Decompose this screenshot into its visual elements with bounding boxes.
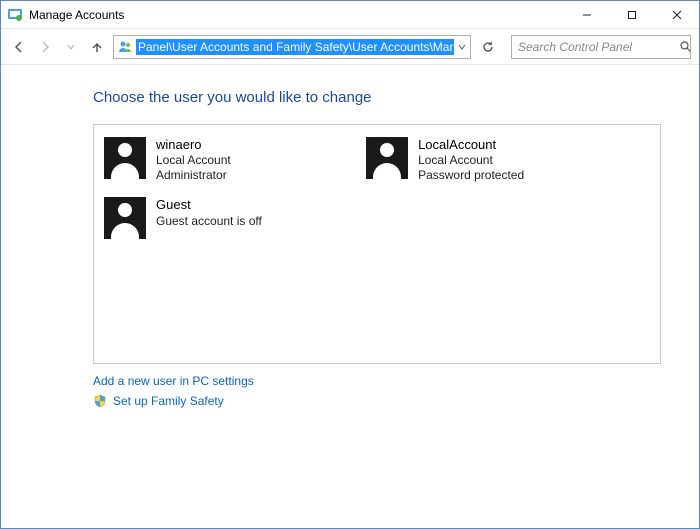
user-tile[interactable]: Guest Guest account is off bbox=[104, 197, 366, 239]
user-tile[interactable]: winaero Local Account Administrator bbox=[104, 137, 366, 183]
refresh-button[interactable] bbox=[477, 35, 499, 59]
user-name: winaero bbox=[156, 137, 231, 153]
avatar-icon bbox=[104, 197, 146, 239]
search-input[interactable] bbox=[512, 40, 679, 54]
user-role: Administrator bbox=[156, 168, 231, 183]
link-label: Set up Family Safety bbox=[113, 394, 224, 408]
family-safety-link[interactable]: Set up Family Safety bbox=[93, 394, 699, 408]
minimize-button[interactable] bbox=[564, 1, 609, 29]
user-info: winaero Local Account Administrator bbox=[156, 137, 231, 183]
user-status: Password protected bbox=[418, 168, 524, 183]
address-dropdown[interactable] bbox=[454, 43, 470, 51]
add-user-link[interactable]: Add a new user in PC settings bbox=[93, 374, 699, 388]
user-info: Guest Guest account is off bbox=[156, 197, 262, 228]
window-title: Manage Accounts bbox=[29, 8, 564, 22]
action-links: Add a new user in PC settings Set up Fam… bbox=[93, 374, 699, 408]
avatar-icon bbox=[366, 137, 408, 179]
window-frame: Manage Accounts bbox=[0, 0, 700, 529]
shield-icon bbox=[93, 394, 107, 408]
user-accounts-icon bbox=[116, 38, 134, 56]
forward-button[interactable] bbox=[35, 37, 55, 57]
navigation-bar: Panel\User Accounts and Family Safety\Us… bbox=[1, 29, 699, 65]
window-controls bbox=[564, 1, 699, 28]
recent-locations-button[interactable] bbox=[61, 37, 81, 57]
search-box[interactable] bbox=[511, 35, 691, 59]
back-button[interactable] bbox=[9, 37, 29, 57]
user-type: Local Account bbox=[156, 153, 231, 168]
link-label: Add a new user in PC settings bbox=[93, 374, 254, 388]
user-name: LocalAccount bbox=[418, 137, 524, 153]
address-path[interactable]: Panel\User Accounts and Family Safety\Us… bbox=[136, 39, 454, 55]
user-name: Guest bbox=[156, 197, 262, 213]
up-button[interactable] bbox=[87, 37, 107, 57]
close-button[interactable] bbox=[654, 1, 699, 29]
user-type: Local Account bbox=[418, 153, 524, 168]
content-area: Choose the user you would like to change… bbox=[1, 65, 699, 528]
avatar-icon bbox=[104, 137, 146, 179]
maximize-button[interactable] bbox=[609, 1, 654, 29]
title-bar: Manage Accounts bbox=[1, 1, 699, 29]
user-list: winaero Local Account Administrator Loca… bbox=[93, 124, 661, 364]
page-heading: Choose the user you would like to change bbox=[93, 89, 699, 106]
control-panel-icon bbox=[7, 7, 23, 23]
user-tile[interactable]: LocalAccount Local Account Password prot… bbox=[366, 137, 628, 183]
user-status: Guest account is off bbox=[156, 214, 262, 229]
address-bar[interactable]: Panel\User Accounts and Family Safety\Us… bbox=[113, 35, 471, 59]
search-icon[interactable] bbox=[679, 40, 692, 53]
user-info: LocalAccount Local Account Password prot… bbox=[418, 137, 524, 183]
